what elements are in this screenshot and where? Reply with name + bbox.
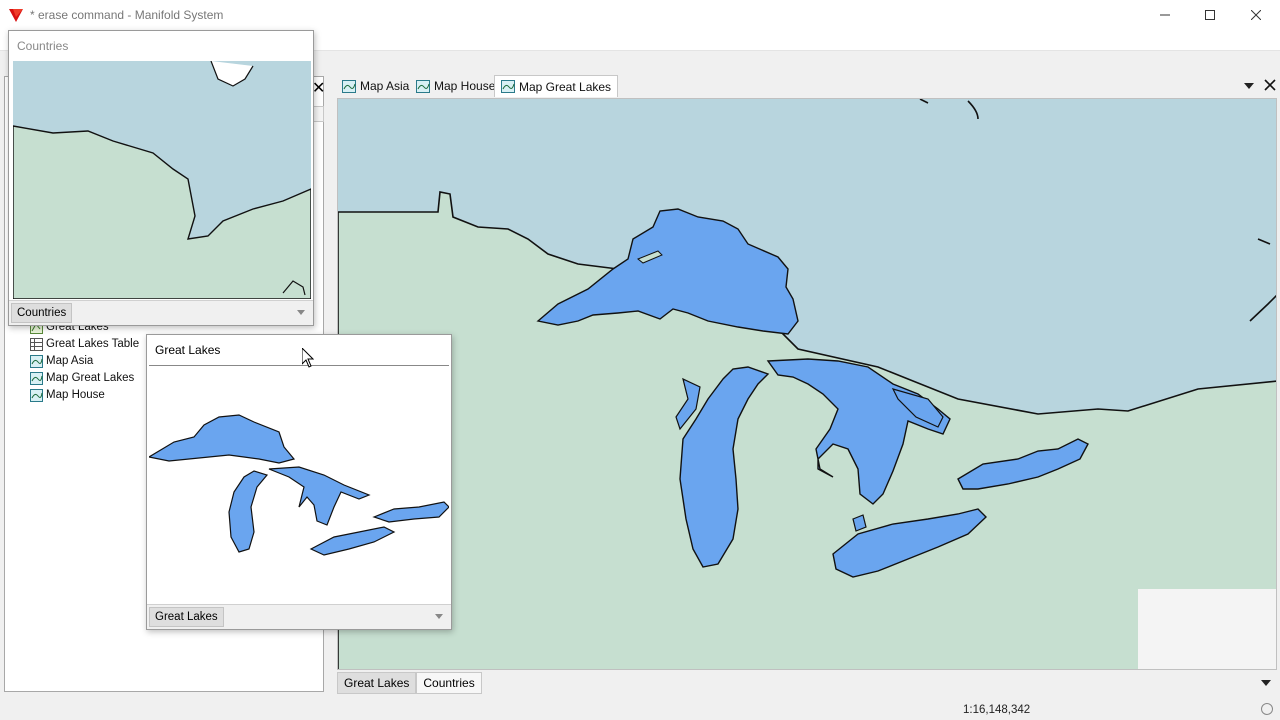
lake-superior [149, 414, 296, 464]
lake-michigan [228, 470, 269, 553]
maximize-button[interactable] [1187, 0, 1233, 30]
title-bar: * erase command - Manifold System [0, 0, 1280, 30]
countries-preview-window[interactable]: Countries Countries [8, 30, 314, 326]
mouse-cursor-icon [302, 348, 314, 368]
map-icon [501, 80, 515, 93]
tab-map-asia[interactable]: Map Asia [336, 75, 415, 97]
tree-item-great-lakes-table[interactable]: Great Lakes Table [30, 336, 139, 352]
document-tabs: Map Asia Map House Map Great Lakes [334, 73, 1280, 98]
window-title: * erase command - Manifold System [30, 8, 224, 22]
tree-item-map-house[interactable]: Map House [30, 387, 105, 403]
land-area [338, 191, 1276, 669]
map-icon [30, 354, 43, 368]
great-lakes-preview-map [149, 367, 449, 605]
chevron-down-icon[interactable] [1244, 83, 1254, 89]
tab-label: Map Great Lakes [519, 79, 612, 94]
scale-readout: 1:16,148,342 [963, 704, 1031, 716]
window-title: Great Lakes [155, 343, 221, 357]
map-icon [30, 388, 43, 402]
layer-tab-great-lakes[interactable]: Great Lakes [337, 672, 417, 694]
window-title: Countries [17, 39, 69, 53]
coast-top [210, 61, 254, 87]
map-icon [30, 371, 43, 385]
map-icon [416, 79, 430, 93]
map-layer-tabs: Great Lakes Countries [337, 672, 482, 694]
close-icon [1251, 10, 1261, 20]
countries-preview-map [13, 61, 311, 299]
tree-item-map-asia[interactable]: Map Asia [30, 353, 93, 369]
maximize-icon [1205, 10, 1215, 20]
close-button[interactable] [1233, 0, 1279, 30]
pane-close-icon[interactable]: ✕ [312, 78, 325, 98]
close-icon[interactable] [1264, 79, 1276, 91]
chevron-down-icon[interactable] [297, 310, 305, 315]
land-edge-right [1249, 294, 1276, 322]
window-footer: Great Lakes [147, 604, 451, 629]
tree-item-label: Map House [46, 389, 105, 401]
tab-label: Map House [434, 79, 496, 93]
title-divider [149, 365, 449, 366]
great-lakes-preview-window[interactable]: Great Lakes Great Lakes [146, 334, 452, 630]
map-view[interactable] [337, 98, 1277, 670]
tree-item-label: Great Lakes Table [46, 338, 140, 350]
table-icon [30, 337, 43, 351]
coast-right [1257, 238, 1271, 245]
tab-map-great-lakes[interactable]: Map Great Lakes [494, 75, 619, 97]
coast-top [919, 99, 979, 120]
window-footer: Countries [9, 300, 313, 325]
status-circle-icon [1261, 703, 1273, 715]
land-area [13, 125, 311, 299]
status-bar [0, 698, 1280, 720]
lake-ontario [372, 501, 449, 523]
minimize-button[interactable] [1142, 0, 1188, 30]
manifold-logo-icon [9, 9, 23, 22]
footer-tab-countries[interactable]: Countries [11, 303, 73, 323]
layer-tab-countries[interactable]: Countries [416, 672, 482, 694]
lake-erie [309, 526, 396, 556]
tab-map-house[interactable]: Map House [410, 75, 501, 97]
tree-item-map-great-lakes[interactable]: Map Great Lakes [30, 370, 134, 386]
lake-huron [268, 466, 371, 526]
minimize-icon [1160, 14, 1170, 16]
map-icon [342, 79, 356, 93]
chevron-down-icon[interactable] [1261, 680, 1271, 686]
footer-tab-great-lakes[interactable]: Great Lakes [149, 607, 224, 627]
tree-item-label: Map Asia [46, 355, 94, 367]
great-lakes-map [338, 99, 1276, 669]
tree-item-label: Map Great Lakes [46, 372, 135, 384]
chevron-down-icon[interactable] [435, 614, 443, 619]
tab-label: Map Asia [360, 79, 410, 93]
